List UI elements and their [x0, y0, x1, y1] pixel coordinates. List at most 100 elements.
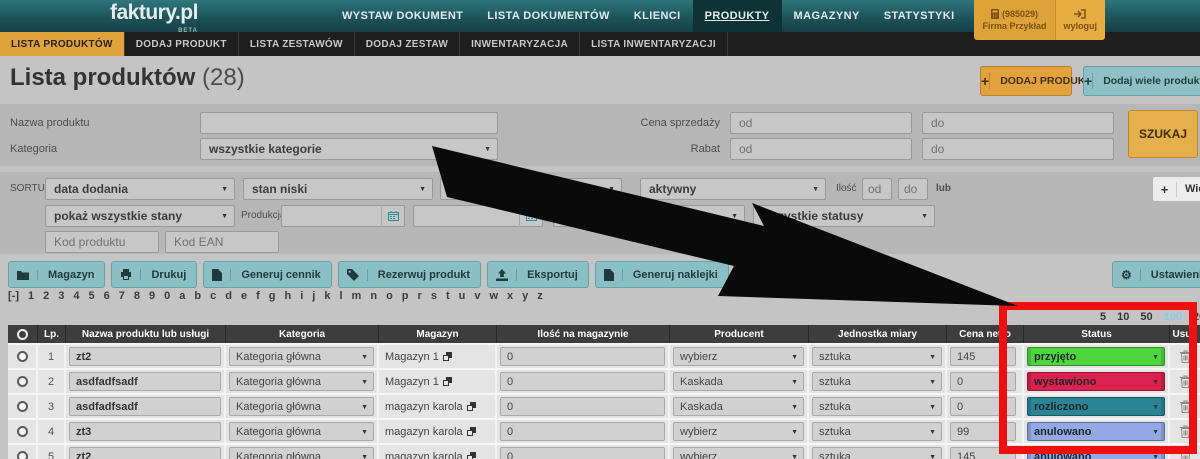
quantity-from-input[interactable]	[862, 178, 892, 200]
warehouse-cell[interactable]: magazyn karola	[379, 451, 482, 459]
header-name[interactable]: Nazwa produktu lub usługi	[66, 325, 226, 343]
alphabet-link[interactable]: w	[489, 290, 498, 302]
reserve-product-button[interactable]: Rezerwuj produkt	[338, 261, 481, 288]
alphabet-link[interactable]: e	[241, 290, 247, 302]
status-select[interactable]: wystawiono ▼	[1027, 372, 1165, 391]
row-radio[interactable]	[17, 401, 28, 412]
alphabet-link[interactable]: c	[210, 290, 216, 302]
print-button[interactable]: Drukuj	[111, 261, 197, 288]
hidden-filter-select[interactable]: ▼	[440, 178, 622, 200]
subtab-inwentaryzacja[interactable]: INWENTARYZACJA	[460, 32, 580, 56]
unit-select[interactable]: sztuka ▼	[812, 447, 942, 459]
row-radio[interactable]	[17, 351, 28, 362]
statuses-select[interactable]: wszystkie statusy▼	[753, 205, 935, 227]
alphabet-link[interactable]: m	[352, 290, 362, 302]
header-lp[interactable]: Lp.	[38, 325, 66, 343]
alphabet-link[interactable]: d	[225, 290, 232, 302]
more-actions-button[interactable]: + Więcej	[735, 261, 816, 288]
alphabet-link[interactable]: p	[402, 290, 409, 302]
page-size-option[interactable]: 200	[1193, 311, 1200, 323]
producer-select[interactable]: wybierz ▼	[673, 422, 804, 441]
header-delete[interactable]: Usuń	[1170, 325, 1200, 343]
delete-button[interactable]	[1180, 450, 1191, 459]
row-radio[interactable]	[17, 451, 28, 459]
header-unit[interactable]: Jednostka miary	[809, 325, 947, 343]
show-states-select[interactable]: pokaż wszystkie stany▼	[45, 205, 235, 227]
delete-button[interactable]	[1180, 400, 1191, 413]
production-date-to[interactable]	[413, 205, 543, 227]
nav-wystaw-dokument[interactable]: WYSTAW DOKUMENT	[330, 0, 475, 32]
nav-produkty[interactable]: PRODUKTY	[693, 0, 782, 32]
page-size-option[interactable]: 10	[1117, 311, 1129, 323]
alphabet-link[interactable]: o	[386, 290, 393, 302]
category-select[interactable]: Kategoria główna ▼	[229, 397, 374, 416]
alphabet-link[interactable]: 8	[134, 290, 140, 302]
unit-select[interactable]: sztuka ▼	[812, 347, 942, 366]
sort-by-select[interactable]: data dodania▼	[45, 178, 235, 200]
alphabet-link[interactable]: n	[370, 290, 377, 302]
nav-statystyki[interactable]: STATYSTYKI	[872, 0, 967, 32]
more-filters-button[interactable]: + Więcej	[1152, 176, 1200, 202]
alphabet-link[interactable]: l	[339, 290, 342, 302]
category-select[interactable]: Kategoria główna ▼	[229, 447, 374, 459]
category-select[interactable]: wszystkie kategorie ▼	[200, 138, 498, 160]
alphabet-link[interactable]: k	[324, 290, 330, 302]
header-price[interactable]: Cena netto	[947, 325, 1024, 343]
warehouse-cell[interactable]: magazyn karola	[379, 401, 482, 413]
alphabet-link[interactable]: y	[522, 290, 528, 302]
alphabet-link[interactable]: j	[312, 290, 315, 302]
alphabet-link[interactable]: i	[300, 290, 303, 302]
price-from-input[interactable]	[730, 112, 912, 134]
header-status[interactable]: Status	[1024, 325, 1170, 343]
delete-button[interactable]	[1180, 350, 1191, 363]
producer-select[interactable]: wybierz ▼	[673, 347, 804, 366]
active-state-select[interactable]: aktywny▼	[640, 178, 826, 200]
alphabet-link[interactable]: a	[179, 290, 185, 302]
search-button[interactable]: SZUKAJ	[1128, 110, 1198, 158]
subtab-lista-produktow[interactable]: LISTA PRODUKTÓW	[0, 32, 125, 56]
stock-level-select[interactable]: stan niski▼	[243, 178, 433, 200]
alphabet-link[interactable]: 3	[58, 290, 64, 302]
generate-labels-button[interactable]: Generuj naklejki	[595, 261, 729, 288]
subtab-dodaj-produkt[interactable]: DODAJ PRODUKT	[125, 32, 239, 56]
subtab-lista-inwentaryzacji[interactable]: LISTA INWENTARYZACJI	[580, 32, 728, 56]
production-date-from[interactable]	[281, 205, 405, 227]
warehouse-button[interactable]: Magazyn	[8, 261, 105, 288]
price-to-input[interactable]	[922, 112, 1114, 134]
alphabet-link[interactable]: [-]	[8, 290, 19, 302]
unit-select[interactable]: sztuka ▼	[812, 422, 942, 441]
logout-button[interactable]: wyloguj	[1055, 0, 1106, 40]
status-select[interactable]: anulowano ▼	[1027, 447, 1165, 459]
subtab-lista-zestawow[interactable]: LISTA ZESTAWÓW	[239, 32, 355, 56]
alphabet-link[interactable]: b	[194, 290, 201, 302]
column-settings-button[interactable]: ⚙ Ustawienia kolumn	[1112, 261, 1200, 288]
add-product-button[interactable]: + DODAJ PRODUKT	[980, 66, 1072, 96]
header-category[interactable]: Kategoria	[226, 325, 379, 343]
select-all-radio[interactable]	[17, 329, 28, 340]
status-select[interactable]: rozliczono ▼	[1027, 397, 1165, 416]
producer-select[interactable]: Kaskada ▼	[673, 372, 804, 391]
warehouse-cell[interactable]: Magazyn 1	[379, 351, 458, 363]
alphabet-link[interactable]: g	[269, 290, 276, 302]
ean-code-input[interactable]	[165, 231, 279, 253]
row-radio[interactable]	[17, 426, 28, 437]
alphabet-link[interactable]: 7	[119, 290, 125, 302]
alphabet-link[interactable]: h	[285, 290, 292, 302]
page-size-option-selected[interactable]: 100	[1164, 311, 1182, 323]
unit-select[interactable]: sztuka ▼	[812, 372, 942, 391]
alphabet-link[interactable]: 6	[104, 290, 110, 302]
unit-select[interactable]: sztuka ▼	[812, 397, 942, 416]
producer-select[interactable]: wybierz ▼	[673, 447, 804, 459]
alphabet-link[interactable]: 5	[89, 290, 95, 302]
page-size-option[interactable]: 50	[1140, 311, 1152, 323]
alphabet-link[interactable]: u	[459, 290, 466, 302]
alphabet-link[interactable]: s	[431, 290, 437, 302]
header-producer[interactable]: Producent	[670, 325, 809, 343]
discount-from-input[interactable]	[730, 138, 912, 160]
warehouse-cell[interactable]: magazyn karola	[379, 426, 482, 438]
status-select[interactable]: anulowano ▼	[1027, 422, 1165, 441]
page-size-option[interactable]: 5	[1100, 311, 1106, 323]
category-select[interactable]: Kategoria główna ▼	[229, 422, 374, 441]
alphabet-link[interactable]: t	[446, 290, 450, 302]
generate-pricelist-button[interactable]: Generuj cennik	[203, 261, 331, 288]
